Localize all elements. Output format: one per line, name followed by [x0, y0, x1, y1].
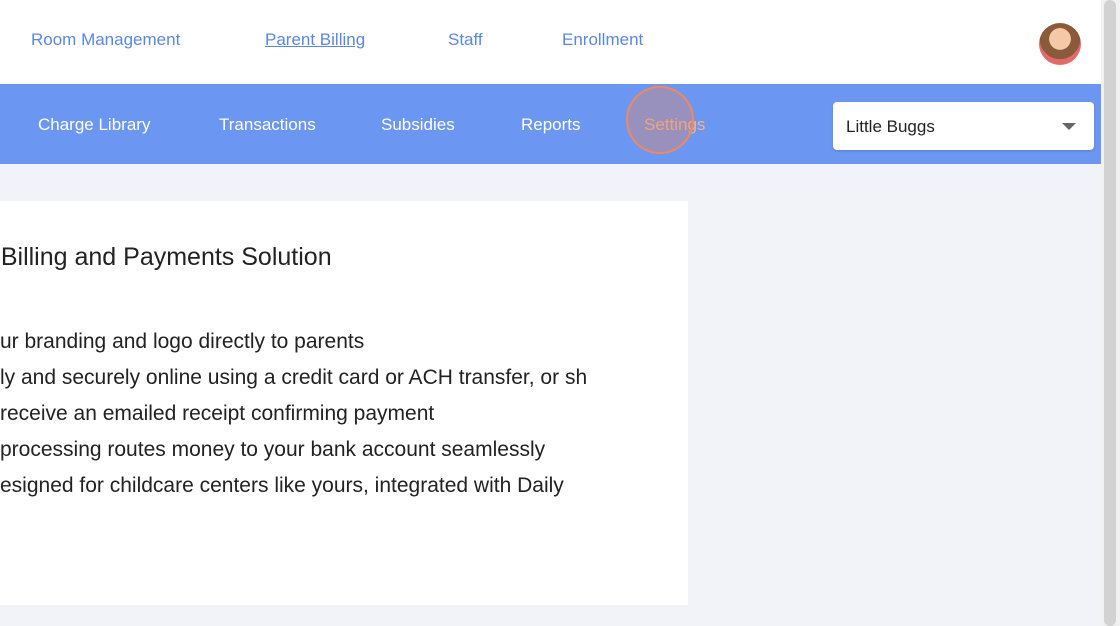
user-avatar[interactable]: [1039, 23, 1081, 65]
feature-list: ur branding and logo directly to parents…: [0, 327, 630, 507]
feature-item: processing routes money to your bank acc…: [0, 438, 546, 461]
chevron-down-icon: [1062, 123, 1076, 130]
top-navigation-bar: Room Management Parent Billing Staff Enr…: [0, 0, 1101, 85]
feature-item: ur branding and logo directly to parents: [0, 330, 365, 353]
location-select-value: Little Buggs: [846, 117, 935, 136]
feature-item: esigned for childcare centers like yours…: [0, 474, 564, 497]
tab-subsidies[interactable]: Subsidies: [381, 115, 455, 135]
nav-parent-billing[interactable]: Parent Billing: [265, 30, 365, 50]
scrollbar-thumb[interactable]: [1104, 0, 1116, 626]
tab-transactions[interactable]: Transactions: [219, 115, 316, 135]
feature-item: receive an emailed receipt confirming pa…: [0, 402, 435, 425]
feature-item: ly and securely online using a credit ca…: [0, 366, 588, 389]
location-select[interactable]: Little Buggs: [833, 102, 1094, 150]
nav-room-management[interactable]: Room Management: [31, 30, 180, 50]
tab-reports[interactable]: Reports: [521, 115, 581, 135]
billing-solution-card: e Billing and Payments Solution ur brand…: [0, 201, 688, 605]
card-title: e Billing and Payments Solution: [0, 243, 332, 271]
tab-charge-library[interactable]: Charge Library: [38, 115, 150, 135]
nav-enrollment[interactable]: Enrollment: [562, 30, 643, 50]
tab-settings[interactable]: Settings: [644, 115, 705, 135]
nav-staff[interactable]: Staff: [448, 30, 483, 50]
